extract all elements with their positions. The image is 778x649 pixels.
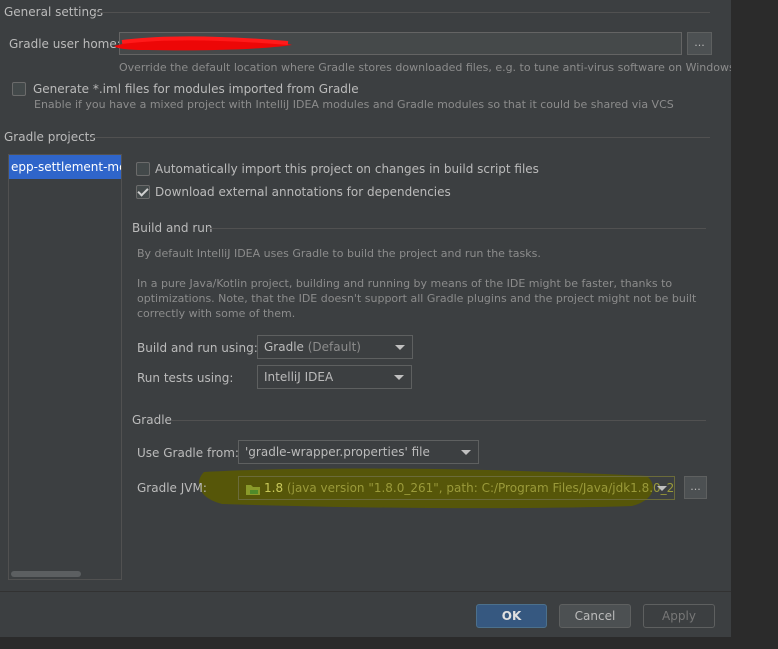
projects-list-scrollbar[interactable]	[11, 571, 81, 577]
settings-dialog: General settings Gradle user home: ... O…	[0, 0, 731, 637]
chevron-down-icon	[461, 450, 471, 455]
ok-button[interactable]: OK	[476, 604, 547, 628]
gradle-user-home-hint: Override the default location where Grad…	[119, 61, 731, 74]
gradle-section-title: Gradle	[132, 413, 172, 427]
folder-icon	[246, 485, 260, 495]
gradle-jvm-label: Gradle JVM:	[137, 481, 207, 495]
gradle-section-separator	[172, 420, 706, 421]
gradle-projects-title: Gradle projects	[4, 130, 96, 144]
apply-button[interactable]: Apply	[643, 604, 715, 628]
build-and-run-title: Build and run	[132, 221, 213, 235]
chevron-down-icon	[394, 375, 404, 380]
generate-iml-checkbox[interactable]	[12, 82, 26, 96]
gradle-projects-separator	[91, 137, 710, 138]
use-gradle-from-combo[interactable]: 'gradle-wrapper.properties' file	[238, 440, 479, 464]
auto-import-checkbox[interactable]	[136, 162, 150, 176]
build-and-run-using-combo[interactable]: Gradle (Default)	[257, 335, 413, 359]
gradle-jvm-browse-button[interactable]: ...	[684, 476, 707, 499]
run-tests-using-value: IntelliJ IDEA	[264, 370, 334, 384]
footer-separator	[0, 591, 731, 592]
run-tests-using-label: Run tests using:	[137, 371, 234, 385]
chevron-down-icon	[395, 345, 405, 350]
download-annotations-label: Download external annotations for depend…	[155, 185, 451, 199]
use-gradle-from-label: Use Gradle from:	[137, 446, 239, 460]
projects-list[interactable]: epp-settlement-mc-c	[8, 154, 122, 580]
auto-import-label: Automatically import this project on cha…	[155, 162, 539, 176]
gradle-jvm-combo[interactable]: 1.8 (java version "1.8.0_261", path: C:/…	[238, 476, 675, 500]
general-settings-separator	[94, 12, 710, 13]
cancel-button[interactable]: Cancel	[559, 604, 631, 628]
project-item[interactable]: epp-settlement-mc-c	[9, 155, 121, 179]
build-and-run-using-label: Build and run using:	[137, 341, 258, 355]
use-gradle-from-value: 'gradle-wrapper.properties' file	[245, 445, 430, 459]
gradle-user-home-browse-button[interactable]: ...	[687, 32, 712, 55]
general-settings-title: General settings	[4, 5, 103, 19]
run-tests-using-combo[interactable]: IntelliJ IDEA	[257, 365, 412, 389]
build-and-run-desc2-line2: optimizations. Note, that the IDE doesn'…	[137, 292, 697, 305]
build-and-run-desc1: By default IntelliJ IDEA uses Gradle to …	[137, 247, 541, 260]
generate-iml-hint: Enable if you have a mixed project with …	[34, 98, 674, 111]
gradle-jvm-detail: (java version "1.8.0_261", path: C:/Prog…	[286, 481, 675, 495]
redaction-scribble	[114, 36, 292, 51]
build-and-run-separator	[208, 228, 706, 229]
chevron-down-icon	[657, 486, 667, 491]
build-and-run-using-suffix: (Default)	[307, 340, 361, 354]
build-and-run-desc2-line3: correctly with some of them.	[137, 307, 296, 320]
gradle-jvm-version: 1.8	[264, 481, 284, 495]
gradle-user-home-label: Gradle user home:	[9, 37, 121, 51]
build-and-run-desc2-line1: In a pure Java/Kotlin project, building …	[137, 277, 673, 290]
download-annotations-checkbox[interactable]	[136, 185, 150, 199]
generate-iml-label: Generate *.iml files for modules importe…	[33, 82, 359, 96]
build-and-run-using-value: Gradle	[264, 340, 304, 354]
